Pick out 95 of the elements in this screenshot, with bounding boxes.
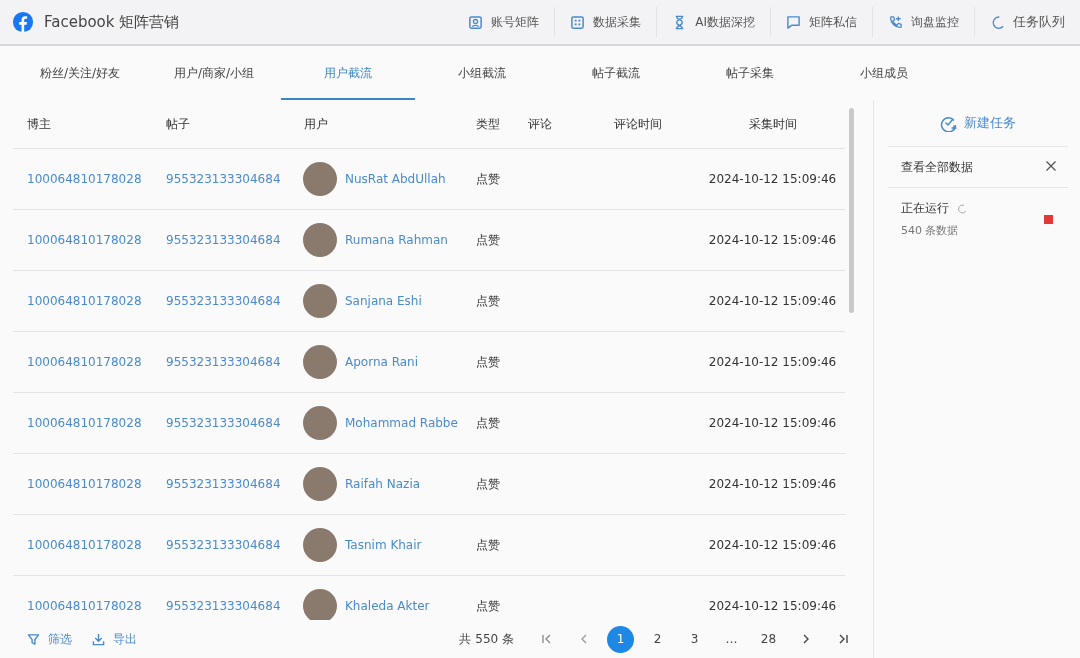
table-cell-text: 2024-10-12 15:09:46 (707, 477, 838, 491)
export-button[interactable]: 导出 (92, 630, 137, 648)
total-count: 共 550 条 (459, 630, 514, 648)
user-name-link[interactable]: Raifah Nazia (345, 477, 421, 491)
table-cell-text: 2024-10-12 15:09:46 (707, 294, 838, 308)
post-id-link[interactable]: 955323133304684 (152, 355, 290, 369)
user-name-link[interactable]: Sanjana Eshi (345, 294, 422, 308)
avatar-photo (303, 162, 337, 196)
blogger-id-link[interactable]: 100064810178028 (13, 538, 152, 552)
filter-button[interactable]: 筛选 (27, 630, 72, 648)
new-task-button[interactable]: 新建任务 (888, 100, 1068, 147)
task-count: 540 条数据 (901, 223, 960, 238)
nav-button[interactable]: AI数据深挖 (656, 7, 770, 37)
blogger-id-link[interactable]: 100064810178028 (13, 294, 152, 308)
page-button[interactable]: 1 (607, 625, 634, 653)
column-header: 采集时间 (747, 115, 798, 133)
post-id-link[interactable]: 955323133304684 (152, 538, 290, 552)
tab[interactable]: 用户截流 (281, 46, 415, 100)
user-name-link[interactable]: NusRat AbdUllah (345, 172, 446, 186)
table-cell-text: 2024-10-12 15:09:46 (707, 233, 838, 247)
table-cell-text: 点赞 (475, 597, 501, 615)
scrollbar-thumb[interactable] (849, 108, 854, 313)
profile-icon (468, 14, 484, 30)
user-name-link[interactable]: Khaleda Akter (345, 599, 430, 613)
avatar-photo (303, 223, 337, 257)
column-header: 类型 (475, 115, 501, 133)
spinner-icon (990, 14, 1005, 30)
post-id-link[interactable]: 955323133304684 (152, 416, 290, 430)
avatar-photo (303, 406, 337, 440)
column-header: 博主 (26, 115, 52, 133)
post-id-link[interactable]: 955323133304684 (152, 233, 290, 247)
page-button[interactable]: 28 (755, 625, 782, 653)
tab[interactable]: 小组截流 (415, 46, 549, 100)
phone-icon (888, 14, 903, 30)
blogger-id-link[interactable]: 100064810178028 (13, 599, 152, 613)
column-header: 评论时间 (613, 115, 663, 133)
app-title: Facebook 矩阵营销 (44, 12, 180, 32)
task-status: 正在运行 (901, 200, 949, 217)
post-id-link[interactable]: 955323133304684 (152, 477, 290, 491)
avatar-photo (303, 528, 337, 562)
close-icon (1045, 160, 1057, 172)
column-header: 评论 (527, 115, 553, 133)
column-header: 用户 (303, 115, 329, 133)
stop-button[interactable] (1044, 214, 1053, 224)
nav-button[interactable]: 矩阵私信 (770, 7, 872, 37)
tab[interactable]: 粉丝/关注/好友 (13, 46, 147, 100)
check-plus-icon (940, 114, 958, 132)
tab[interactable]: 小组成员 (817, 46, 951, 100)
tab[interactable]: 用户/商家/小组 (147, 46, 281, 100)
table-cell-text: 2024-10-12 15:09:46 (707, 416, 838, 430)
chat-icon (786, 14, 801, 30)
nav-button[interactable]: 数据采集 (554, 7, 657, 37)
table-cell-text: 2024-10-12 15:09:46 (707, 355, 838, 369)
page-button[interactable]: 2 (644, 625, 671, 653)
tab[interactable]: 帖子采集 (683, 46, 817, 100)
table-cell-text: 2024-10-12 15:09:46 (707, 172, 838, 186)
blogger-id-link[interactable]: 100064810178028 (13, 477, 152, 491)
table-cell-text: 点赞 (475, 475, 501, 493)
download-icon (92, 632, 105, 646)
table-cell-text: 点赞 (475, 170, 501, 188)
blogger-id-link[interactable]: 100064810178028 (13, 416, 152, 430)
table-cell-text: 点赞 (475, 292, 501, 310)
first-page-icon (540, 633, 553, 645)
page-button[interactable]: 3 (681, 625, 708, 653)
user-name-link[interactable]: Aporna Rani (345, 355, 419, 369)
table-cell-text: 2024-10-12 15:09:46 (707, 538, 838, 552)
nav-button[interactable]: 询盘监控 (872, 7, 974, 37)
table-cell-text: 点赞 (475, 353, 501, 371)
avatar-photo (303, 467, 337, 501)
avatar-photo (303, 284, 337, 318)
avatar-photo (303, 345, 337, 379)
facebook-logo-icon (12, 11, 34, 33)
spinner-icon (957, 203, 967, 214)
view-all-data-label: 查看全部数据 (901, 158, 974, 176)
table-cell-text: 点赞 (475, 536, 501, 554)
blogger-id-link[interactable]: 100064810178028 (13, 172, 152, 186)
user-name-link[interactable]: Rumana Rahman (345, 233, 448, 247)
post-id-link[interactable]: 955323133304684 (152, 172, 290, 186)
page-button[interactable]: … (718, 625, 745, 653)
avatar-photo (303, 589, 337, 620)
column-header: 帖子 (165, 115, 191, 133)
filter-icon (27, 632, 40, 646)
user-name-link[interactable]: Tasnim Khair (345, 538, 422, 552)
nav-button[interactable]: 任务队列 (974, 7, 1080, 37)
tab[interactable]: 帖子截流 (549, 46, 683, 100)
post-id-link[interactable]: 955323133304684 (152, 294, 290, 308)
nav-button[interactable]: 账号矩阵 (453, 7, 555, 37)
table-cell-text: 点赞 (475, 231, 501, 249)
table-cell-text: 2024-10-12 15:09:46 (707, 599, 838, 613)
grid-icon (570, 14, 586, 30)
post-id-link[interactable]: 955323133304684 (152, 599, 290, 613)
user-name-link[interactable]: Mohammad Rabbe (345, 416, 458, 430)
blogger-id-link[interactable]: 100064810178028 (13, 355, 152, 369)
table-cell-text: 点赞 (475, 414, 501, 432)
blogger-id-link[interactable]: 100064810178028 (13, 233, 152, 247)
